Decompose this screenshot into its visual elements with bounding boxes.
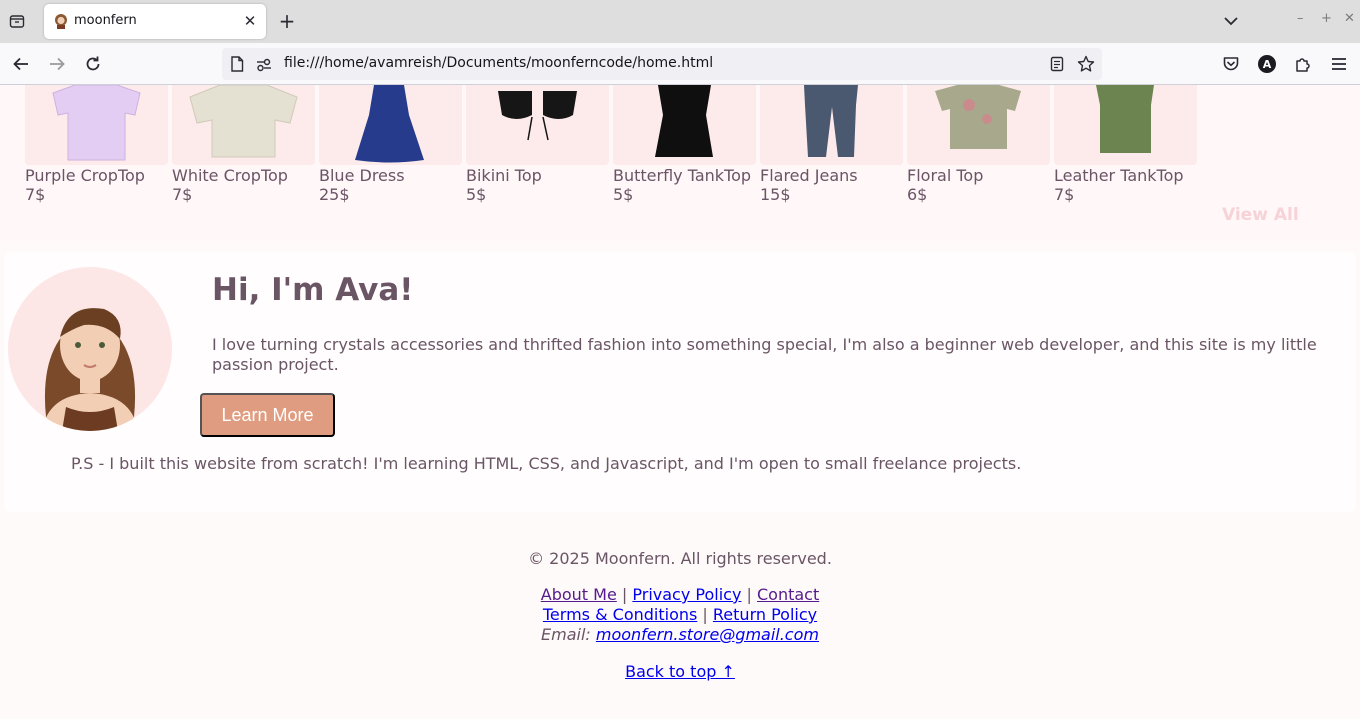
product-image[interactable] [172, 85, 315, 165]
avatar [8, 267, 172, 431]
product-name[interactable]: Flared Jeans [760, 166, 858, 185]
about-section: Hi, I'm Ava! I love turning crystals acc… [4, 252, 1356, 512]
product-name[interactable]: White CropTop [172, 166, 288, 185]
contact-link[interactable]: Contact [757, 585, 819, 604]
about-heading: Hi, I'm Ava! [212, 272, 414, 308]
permissions-icon[interactable] [256, 57, 272, 76]
minimize-icon[interactable]: – [1297, 11, 1304, 26]
pocket-icon[interactable] [1219, 52, 1243, 76]
back-icon[interactable] [9, 52, 33, 76]
product-price: 7$ [25, 185, 46, 204]
product-image[interactable] [760, 85, 903, 165]
reload-icon[interactable] [81, 52, 105, 76]
product-name[interactable]: Blue Dress [319, 166, 405, 185]
product-price: 5$ [613, 185, 634, 204]
browser-tab-bar: moonfern ✕ + – + ✕ [0, 0, 1360, 43]
email-label: Email: [541, 625, 591, 644]
footer-links-row-2: Terms & Conditions | Return Policy [0, 605, 1360, 624]
extensions-icon[interactable] [1291, 52, 1315, 76]
chevron-down-icon[interactable] [1220, 10, 1242, 32]
address-bar[interactable]: file:///home/avamreish/Documents/moonfer… [222, 48, 1102, 80]
page-icon [230, 56, 244, 76]
back-to-top-row: Back to top ↑ [0, 662, 1360, 681]
reader-view-icon[interactable] [1050, 56, 1064, 76]
privacy-policy-link[interactable]: Privacy Policy [632, 585, 741, 604]
close-tab-icon[interactable]: ✕ [241, 11, 259, 31]
browser-toolbar: file:///home/avamreish/Documents/moonfer… [0, 43, 1360, 85]
menu-icon[interactable] [1327, 52, 1351, 76]
link-separator: | [746, 585, 752, 604]
close-window-icon[interactable]: ✕ [1344, 11, 1355, 26]
learn-more-button[interactable]: Learn More [200, 393, 335, 437]
link-separator: | [621, 585, 628, 604]
tab-overview-icon[interactable] [5, 9, 29, 33]
product-name[interactable]: Butterfly TankTop [613, 166, 751, 185]
maximize-icon[interactable]: + [1321, 11, 1332, 26]
about-text: I love turning crystals accessories and … [212, 335, 1317, 374]
product-image[interactable] [907, 85, 1050, 165]
product-price: 7$ [1054, 185, 1075, 204]
email-link[interactable]: moonfern.store@gmail.com [596, 625, 819, 644]
product-image[interactable] [1054, 85, 1197, 165]
product-image[interactable] [25, 85, 168, 165]
terms-link[interactable]: Terms & Conditions [543, 605, 697, 624]
product-name[interactable]: Bikini Top [466, 166, 542, 185]
account-initial: A [1258, 55, 1276, 73]
browser-tab-active[interactable]: moonfern ✕ [44, 4, 266, 39]
product-name[interactable]: Floral Top [907, 166, 983, 185]
footer-links-row-1: About Me | Privacy Policy | Contact [0, 585, 1360, 604]
back-to-top-link[interactable]: Back to top ↑ [625, 662, 735, 681]
product-grid: Purple CropTop 7$ White CropTop 7$ Blue … [0, 85, 1360, 241]
url-text: file:///home/avamreish/Documents/moonfer… [284, 55, 714, 71]
product-price: 7$ [172, 185, 193, 204]
product-image[interactable] [466, 85, 609, 165]
tab-title: moonfern [74, 13, 137, 28]
return-policy-link[interactable]: Return Policy [713, 605, 817, 624]
product-price: 15$ [760, 185, 791, 204]
about-me-link[interactable]: About Me [541, 585, 617, 604]
account-avatar-icon[interactable]: A [1255, 52, 1279, 76]
email-line: Email: moonfern.store@gmail.com [0, 625, 1360, 644]
product-name[interactable]: Purple CropTop [25, 166, 145, 185]
link-separator: | [702, 605, 708, 624]
new-tab-icon[interactable]: + [276, 9, 298, 33]
product-price: 5$ [466, 185, 487, 204]
favicon-icon [53, 13, 69, 29]
copyright-text: © 2025 Moonfern. All rights reserved. [528, 549, 832, 568]
view-all-link[interactable]: View All [1222, 205, 1299, 225]
forward-icon[interactable] [45, 52, 69, 76]
product-price: 25$ [319, 185, 350, 204]
product-price: 6$ [907, 185, 928, 204]
page-content: Purple CropTop 7$ White CropTop 7$ Blue … [0, 85, 1360, 719]
ps-note: P.S - I built this website from scratch!… [71, 454, 1022, 473]
product-image[interactable] [319, 85, 462, 165]
bookmark-star-icon[interactable] [1077, 55, 1095, 77]
product-name[interactable]: Leather TankTop [1054, 166, 1184, 185]
product-image[interactable] [613, 85, 756, 165]
